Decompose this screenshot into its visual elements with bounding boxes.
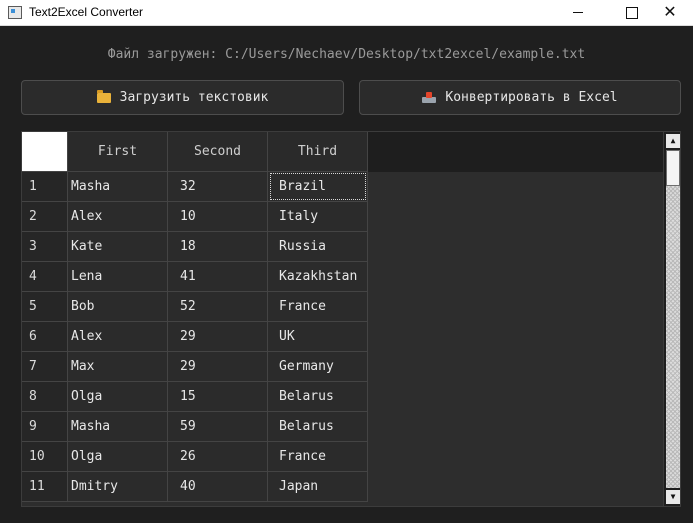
load-text-button-label: Загрузить текстовик — [119, 90, 269, 105]
column-header-second[interactable]: Second — [168, 132, 268, 172]
table-cell[interactable]: Russia — [268, 232, 368, 262]
row-header[interactable]: 4 — [22, 262, 68, 292]
table-cell[interactable]: 32 — [168, 172, 268, 202]
table-cell[interactable]: Bob — [68, 292, 168, 322]
row-header[interactable]: 8 — [22, 382, 68, 412]
table-cell[interactable]: 52 — [168, 292, 268, 322]
data-table[interactable]: First Second Third 1 Masha 32 Brazil 2 A… — [21, 131, 681, 507]
table-cell[interactable]: Lena — [68, 262, 168, 292]
table-header: First Second Third — [22, 132, 663, 172]
scroll-thumb[interactable] — [666, 150, 680, 186]
table-cell[interactable]: France — [268, 292, 368, 322]
table-body: 1 Masha 32 Brazil 2 Alex 10 Italy 3 Kate… — [22, 172, 368, 502]
table-cell[interactable]: 59 — [168, 412, 268, 442]
table-row: 6 Alex 29 UK — [22, 322, 368, 352]
table-cell[interactable]: Masha — [68, 412, 168, 442]
row-header[interactable]: 5 — [22, 292, 68, 322]
table-cell[interactable]: Dmitry — [68, 472, 168, 502]
vertical-scrollbar[interactable]: ▲ ▼ — [663, 132, 680, 506]
table-cell[interactable]: Belarus — [268, 412, 368, 442]
row-header[interactable]: 2 — [22, 202, 68, 232]
row-header[interactable]: 1 — [22, 172, 68, 202]
column-header-third[interactable]: Third — [268, 132, 368, 172]
export-icon — [422, 92, 437, 103]
table-row: 9 Masha 59 Belarus — [22, 412, 368, 442]
scroll-up-arrow-icon[interactable]: ▲ — [666, 134, 680, 148]
table-row: 8 Olga 15 Belarus — [22, 382, 368, 412]
row-header[interactable]: 6 — [22, 322, 68, 352]
table-row: 4 Lena 41 Kazakhstan — [22, 262, 368, 292]
table-cell[interactable]: Olga — [68, 442, 168, 472]
row-header[interactable]: 3 — [22, 232, 68, 262]
folder-icon — [96, 89, 111, 103]
table-row: 1 Masha 32 Brazil — [22, 172, 368, 202]
table-row: 10 Olga 26 France — [22, 442, 368, 472]
table-cell[interactable]: Italy — [268, 202, 368, 232]
table-cell[interactable]: Germany — [268, 352, 368, 382]
table-cell[interactable]: Japan — [268, 472, 368, 502]
minimize-button[interactable] — [555, 0, 601, 25]
row-header[interactable]: 10 — [22, 442, 68, 472]
table-corner-button[interactable] — [22, 132, 68, 172]
table-cell[interactable]: Belarus — [268, 382, 368, 412]
row-header[interactable]: 9 — [22, 412, 68, 442]
table-cell[interactable]: 15 — [168, 382, 268, 412]
convert-button-label: Конвертировать в Excel — [445, 90, 618, 105]
scroll-down-arrow-icon[interactable]: ▼ — [666, 490, 680, 504]
table-cell[interactable]: Masha — [68, 172, 168, 202]
table-row: 2 Alex 10 Italy — [22, 202, 368, 232]
column-header-first[interactable]: First — [68, 132, 168, 172]
convert-to-excel-button[interactable]: Конвертировать в Excel — [359, 80, 681, 115]
table-cell[interactable]: 18 — [168, 232, 268, 262]
table-cell[interactable]: 10 — [168, 202, 268, 232]
table-row: 5 Bob 52 France — [22, 292, 368, 322]
table-cell[interactable]: 40 — [168, 472, 268, 502]
row-header[interactable]: 11 — [22, 472, 68, 502]
scroll-track[interactable] — [666, 150, 680, 488]
title-bar: Text2Excel Converter ✕ — [0, 0, 693, 26]
table-row: 11 Dmitry 40 Japan — [22, 472, 368, 502]
table-cell[interactable]: Kate — [68, 232, 168, 262]
close-button[interactable]: ✕ — [647, 0, 693, 25]
table-cell[interactable]: 26 — [168, 442, 268, 472]
table-cell[interactable]: Max — [68, 352, 168, 382]
file-status-label: Файл загружен: C:/Users/Nechaev/Desktop/… — [107, 47, 586, 62]
table-row: 3 Kate 18 Russia — [22, 232, 368, 262]
table-cell[interactable]: France — [268, 442, 368, 472]
table-cell[interactable]: Olga — [68, 382, 168, 412]
table-cell[interactable]: Alex — [68, 322, 168, 352]
table-row: 7 Max 29 Germany — [22, 352, 368, 382]
table-cell[interactable]: 29 — [168, 322, 268, 352]
load-text-button[interactable]: Загрузить текстовик — [21, 80, 344, 115]
table-cell[interactable]: Kazakhstan — [268, 262, 368, 292]
row-header[interactable]: 7 — [22, 352, 68, 382]
table-cell[interactable]: Alex — [68, 202, 168, 232]
table-cell-focused[interactable]: Brazil — [268, 172, 368, 202]
table-cell[interactable]: 29 — [168, 352, 268, 382]
window-title: Text2Excel Converter — [29, 5, 144, 19]
table-cell[interactable]: 41 — [168, 262, 268, 292]
table-cell[interactable]: UK — [268, 322, 368, 352]
app-icon — [8, 6, 22, 19]
